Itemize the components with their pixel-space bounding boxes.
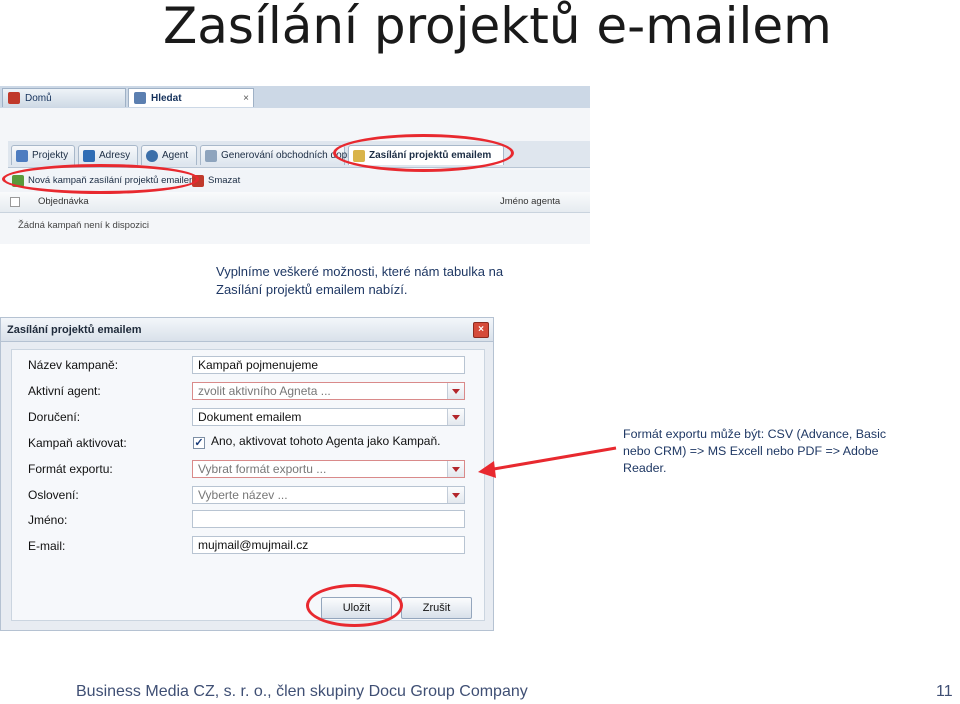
label-campaign-name: Název kampaně: [28,358,119,372]
active-agent-select[interactable]: zvolit aktivního Agneta ... [192,382,465,400]
caption-text: Vyplníme veškeré možnosti, které nám tab… [216,264,504,297]
chevron-down-icon[interactable] [447,487,464,503]
chevron-down-icon[interactable] [447,461,464,477]
module-tab-agent[interactable]: Agent [141,145,197,165]
label-salutation: Oslovení: [28,488,79,502]
chevron-down-icon[interactable] [447,409,464,425]
label-name: Jméno: [28,513,68,527]
salutation-value: Vyberte název ... [198,488,288,502]
export-format-note: Formát exportu může být: CSV (Advance, B… [623,427,887,475]
label-delivery: Doručení: [28,410,81,424]
delete-label: Smazat [208,175,241,186]
activate-checkbox[interactable]: ✓ [193,437,205,449]
highlight-save-button [306,584,403,627]
name-input[interactable] [192,510,465,528]
export-format-value: Vybrat formát exportu ... [198,462,327,476]
export-format-select[interactable]: Vybrat formát exportu ... [192,460,465,478]
label-email: E-mail: [28,539,66,553]
column-header-agent[interactable]: Jméno agenta [500,192,560,212]
search-icon [134,92,146,104]
cancel-button[interactable]: Zrušit [401,597,472,619]
tab-search[interactable]: Hledat × [128,88,254,107]
annotation-arrow-icon [478,446,617,478]
module-tab-label: Agent [162,150,189,161]
module-tab-label: Adresy [99,150,131,161]
footer-company: Business Media CZ, s. r. o., člen skupin… [76,683,528,700]
module-tab-label: Projekty [32,150,69,161]
slide-title: Zasílání projektů e-mailem [163,0,832,55]
app-tab-bar: Domů Hledat × [0,86,590,109]
dialog-title: Zasílání projektů emailem [7,324,142,336]
activate-checkbox-label[interactable]: Ano, aktivovat tohoto Agenta jako Kampaň… [211,434,441,448]
chevron-down-icon[interactable] [447,383,464,399]
agent-icon [146,150,158,162]
home-icon [8,92,20,104]
dialog-title-bar: Zasílání projektů emailem × [1,318,493,342]
label-active-agent: Aktivní agent: [28,384,101,398]
close-icon[interactable]: × [473,322,489,338]
select-all-checkbox[interactable] [10,197,20,207]
table-header: Objednávka Jméno agenta [0,192,590,213]
tab-home[interactable]: Domů [2,88,126,107]
salutation-select[interactable]: Vyberte název ... [192,486,465,504]
addresses-icon [83,150,95,162]
active-agent-value: zvolit aktivního Agneta ... [198,384,331,398]
close-icon[interactable]: × [243,89,249,108]
delivery-value: Dokument emailem [198,410,302,424]
tab-search-label: Hledat [151,93,182,104]
delivery-select[interactable]: Dokument emailem [192,408,465,426]
column-header-objednavka[interactable]: Objednávka [38,192,89,212]
module-tab-adresy[interactable]: Adresy [78,145,138,165]
tab-home-label: Domů [25,93,52,104]
table-empty-message: Žádná kampaň není k dispozici [18,220,149,231]
projects-icon [16,150,28,162]
letters-icon [205,150,217,162]
highlight-new-campaign [2,164,199,194]
email-input[interactable]: mujmail@mujmail.cz [192,536,465,554]
highlight-module-tab [333,134,514,172]
label-export-format: Formát exportu: [28,462,113,476]
page-number: 11 [936,683,953,700]
module-tab-dopisy[interactable]: Generování obchodních dopisů [200,145,360,165]
campaign-name-input[interactable]: Kampaň pojmenujeme [192,356,465,374]
label-activate: Kampaň aktivovat: [28,436,127,450]
module-tab-projekty[interactable]: Projekty [11,145,75,165]
